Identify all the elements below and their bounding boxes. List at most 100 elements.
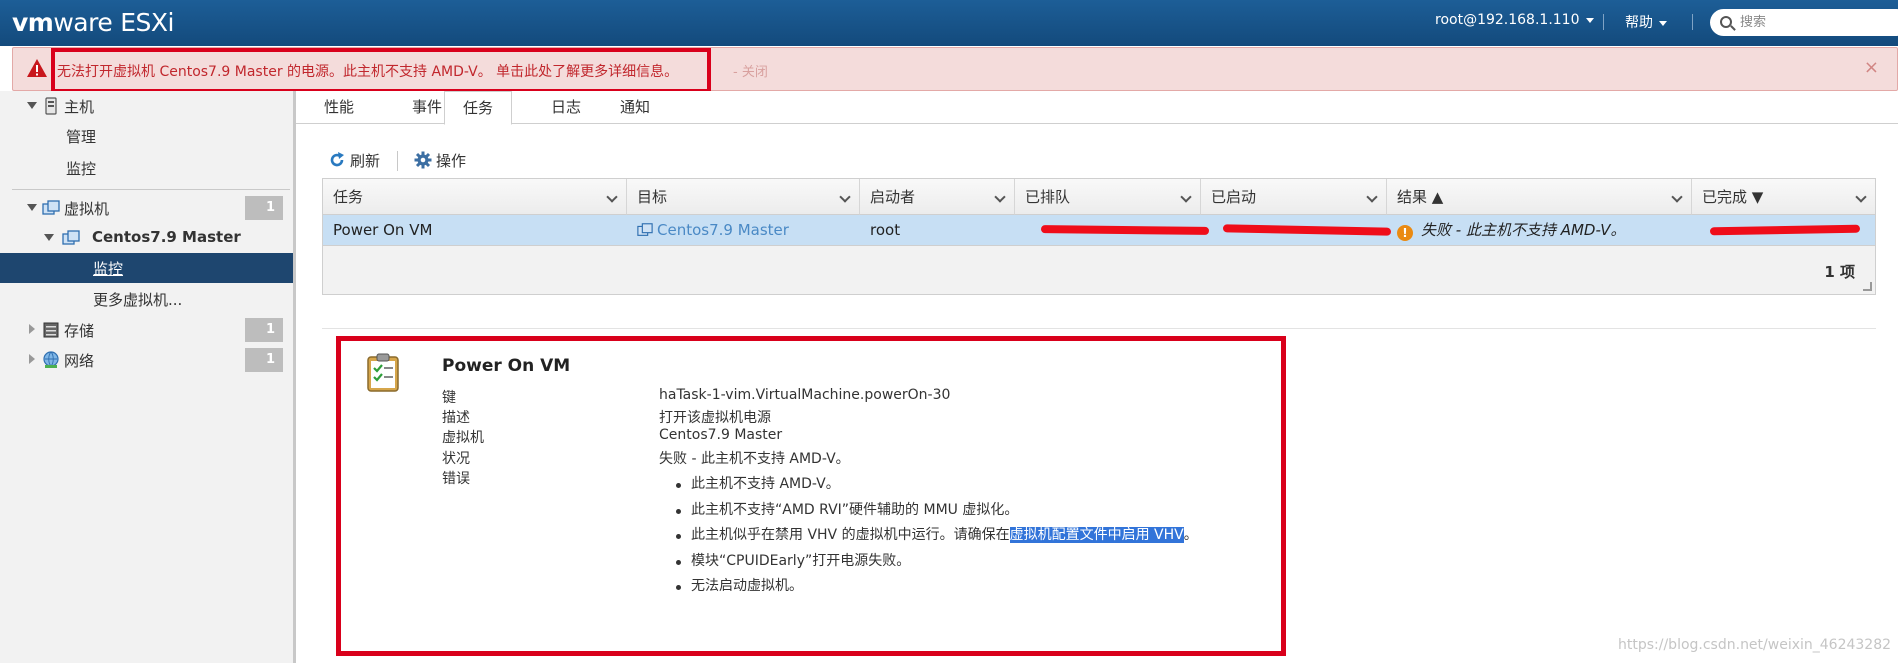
tab-performance[interactable]: 性能 (306, 91, 372, 124)
column-header-initiator[interactable]: 启动者 (860, 179, 1015, 215)
nav-divider (12, 189, 290, 190)
nav-network[interactable]: 网络 1 (0, 345, 293, 375)
chevron-down-icon (1659, 20, 1667, 26)
gear-icon (414, 151, 432, 169)
expand-icon (29, 324, 35, 334)
collapse-icon (27, 204, 37, 211)
detail-label-vm: 虚拟机 (442, 430, 484, 446)
table-footer: 1 项 (323, 245, 1875, 294)
nav-more-vms-label: 更多虚拟机... (93, 291, 183, 309)
help-label: 帮助 (1625, 15, 1653, 31)
top-divider (1603, 14, 1604, 30)
redaction-scribble (1709, 224, 1861, 236)
help-menu[interactable]: 帮助 (1625, 12, 1667, 32)
detail-value-state: 失败 - 此主机不支持 AMD-V。 (659, 451, 850, 467)
warning-icon: ! (1397, 225, 1413, 241)
task-cell: Power On VM (333, 221, 433, 239)
close-icon[interactable]: × (1864, 57, 1879, 78)
nav-host-monitor[interactable]: 监控 (0, 153, 293, 183)
item-count: 1 项 (1824, 263, 1855, 281)
nav-network-label: 网络 (64, 352, 95, 370)
refresh-icon (330, 152, 344, 167)
tab-logs[interactable]: 日志 (533, 91, 599, 124)
redaction-scribble (1222, 224, 1392, 236)
list-item: 此主机不支持“AMD RVI”硬件辅助的 MMU 虚拟化。 (676, 498, 1198, 524)
actions-label: 操作 (436, 152, 467, 170)
nav-vm-monitor[interactable]: 监控 (0, 253, 293, 283)
vms-count-badge: 1 (245, 196, 283, 220)
table-row[interactable]: Power On VM Centos7.9 Master root ! 失败 - … (323, 215, 1875, 245)
column-header-task[interactable]: 任务 (323, 179, 627, 215)
column-header-label: 结果 ▲ (1397, 188, 1444, 206)
detail-label-errors: 错误 (442, 471, 470, 487)
resize-grip-icon[interactable] (1863, 282, 1872, 291)
refresh-button[interactable]: 刷新 (328, 150, 380, 172)
top-divider (1692, 14, 1693, 30)
tab-tasks[interactable]: 任务 (444, 91, 513, 125)
list-item: 此主机不支持 AMD-V。 (676, 472, 1198, 498)
result-text: 失败 - 此主机不支持 AMD-V。 (1421, 221, 1626, 239)
highlighted-selection: 虚拟机配置文件中启用 VHV (1009, 527, 1184, 543)
annotation-box-alert (51, 48, 711, 93)
list-item: 此主机似乎在禁用 VHV 的虚拟机中运行。请确保在虚拟机配置文件中启用 VHV。 (676, 523, 1198, 549)
error-tail: 。 (1183, 527, 1198, 543)
nav-manage-label: 管理 (66, 128, 97, 146)
column-header-target[interactable]: 目标 (627, 179, 860, 215)
tab-notifications[interactable]: 通知 (602, 91, 668, 124)
watermark: https://blog.csdn.net/weixin_46243282 (1618, 637, 1892, 653)
redaction-scribble (1040, 225, 1210, 235)
error-list: 此主机不支持 AMD-V。 此主机不支持“AMD RVI”硬件辅助的 MMU 虚… (676, 472, 1198, 600)
expand-icon (29, 354, 35, 364)
nav-vms-label: 虚拟机 (64, 200, 110, 218)
column-header-label: 已完成 ▼ (1702, 188, 1764, 206)
column-header-label: 启动者 (870, 188, 916, 206)
refresh-label: 刷新 (350, 152, 381, 170)
list-item: 模块“CPUIDEarly”打开电源失败。 (676, 549, 1198, 575)
target-link[interactable]: Centos7.9 Master (657, 221, 789, 239)
section-divider (322, 328, 1876, 329)
network-globe-icon (43, 351, 59, 368)
task-detail-title: Power On VM (442, 356, 571, 376)
nav-host-manage[interactable]: 管理 (0, 121, 293, 151)
warning-triangle-icon (27, 59, 47, 77)
storage-icon (43, 322, 59, 338)
alert-close-link[interactable]: - 关闭 (733, 61, 768, 80)
nav-storage[interactable]: 存储 1 (0, 315, 293, 345)
search-icon (1720, 16, 1732, 28)
column-header-queued[interactable]: 已排队 (1015, 179, 1201, 215)
detail-vm-link[interactable]: Centos7.9 Master (659, 427, 782, 443)
logo-ware-text: ware (53, 8, 113, 37)
chevron-down-icon (606, 191, 618, 203)
vmware-esxi-logo[interactable]: vmware ESXi (12, 8, 174, 37)
network-count-badge: 1 (245, 348, 283, 372)
nav-virtual-machines[interactable]: 虚拟机 1 (0, 193, 293, 223)
collapse-icon (27, 102, 37, 109)
target-cell[interactable]: Centos7.9 Master (627, 215, 860, 245)
nav-vm-monitor-label: 监控 (93, 260, 124, 278)
column-header-started[interactable]: 已启动 (1201, 179, 1387, 215)
nav-host-label: 主机 (64, 98, 95, 116)
column-header-completed[interactable]: 已完成 ▼ (1692, 179, 1875, 215)
result-cell: ! 失败 - 此主机不支持 AMD-V。 (1387, 215, 1692, 245)
user-label: root@192.168.1.110 (1435, 12, 1580, 28)
logo-vm-text: vm (12, 8, 54, 37)
chevron-down-icon (1585, 17, 1594, 23)
column-header-label: 已排队 (1025, 188, 1071, 206)
clipboard-task-icon (367, 353, 399, 392)
chevron-down-icon (1671, 191, 1683, 203)
actions-button[interactable]: 操作 (414, 150, 466, 172)
vm-icon (637, 223, 653, 236)
detail-value-description: 打开该虚拟机电源 (659, 410, 771, 426)
list-item: 无法启动虚拟机。 (676, 574, 1198, 600)
nav-vm-centos[interactable]: Centos7.9 Master (0, 223, 293, 253)
nav-host[interactable]: 主机 (0, 91, 293, 121)
nav-more-vms[interactable]: 更多虚拟机... (0, 284, 293, 314)
tab-bar: 性能 事件 任务 日志 通知 (296, 91, 1898, 125)
column-header-label: 任务 (333, 188, 364, 206)
search-input[interactable]: 搜索 (1710, 9, 1898, 36)
collapse-icon (44, 234, 54, 241)
column-header-result[interactable]: 结果 ▲ (1387, 179, 1692, 215)
column-header-label: 已启动 (1211, 188, 1257, 206)
user-menu[interactable]: root@192.168.1.110 (1435, 12, 1594, 28)
error-text: 此主机似乎在禁用 VHV 的虚拟机中运行。请确保在 (691, 527, 1010, 543)
